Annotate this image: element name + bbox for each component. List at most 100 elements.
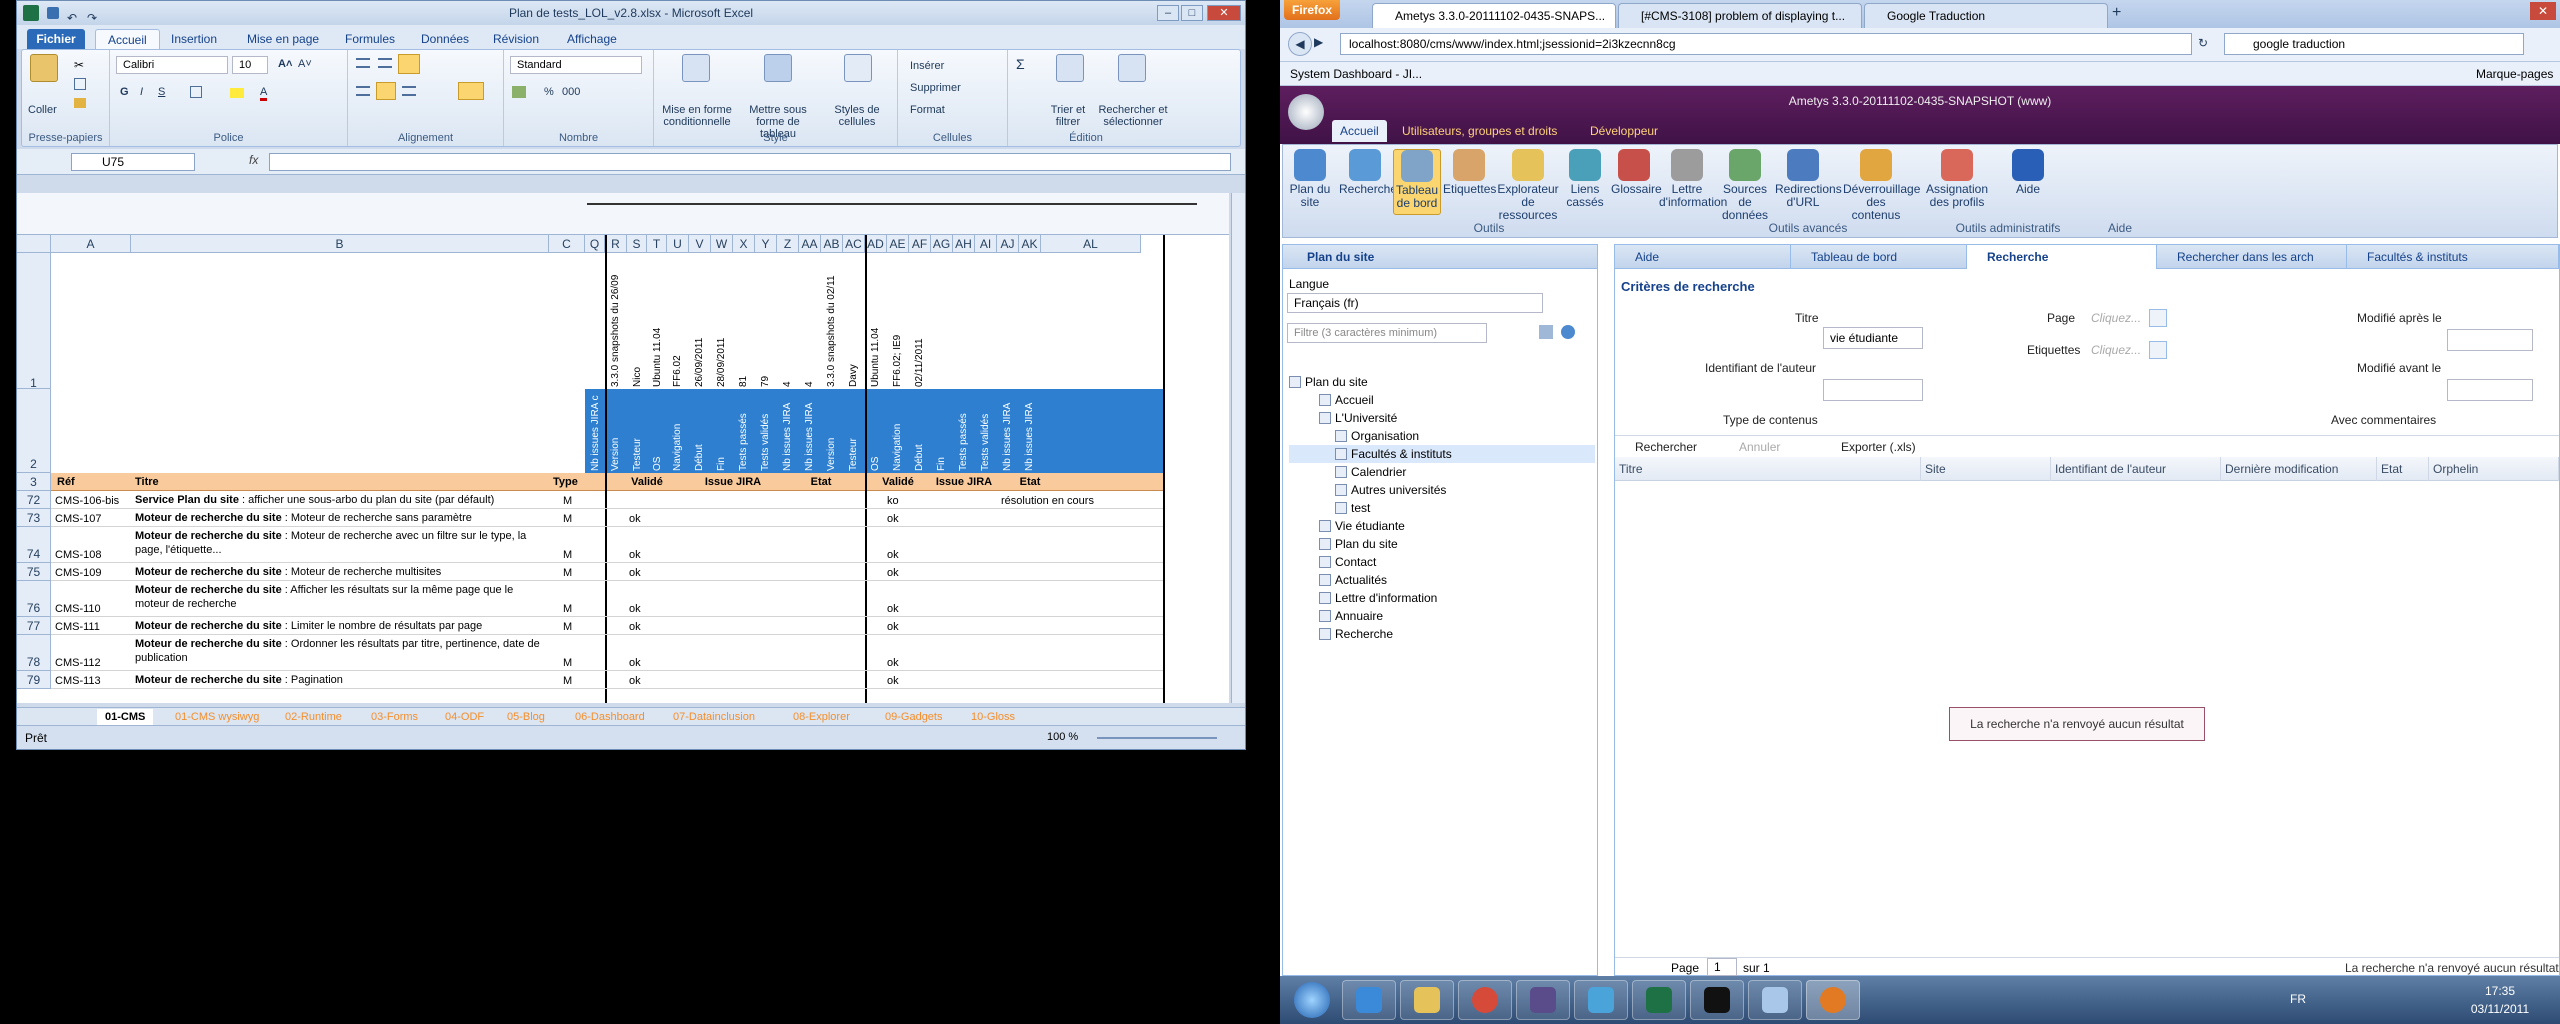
align-center-icon[interactable] [376,82,396,100]
align-right-icon[interactable] [402,86,416,96]
ribbon-button-folder[interactable]: Explorateur de ressources [1497,149,1559,222]
new-tab-button[interactable]: + [2112,4,2121,22]
sheet-tab[interactable]: 06-Dashboard [567,709,653,725]
sitemap-filter-input[interactable]: Filtre (3 caractères minimum) [1287,323,1487,343]
column-header-s[interactable]: S [627,235,647,253]
row-header[interactable]: 72 [17,491,51,509]
start-button[interactable] [1294,982,1330,1018]
column-header-aj[interactable]: AJ [997,235,1019,253]
shrink-font-icon[interactable]: A˅ [298,58,312,70]
currency-icon[interactable] [512,86,526,98]
bookmarks-menu[interactable]: Marque-pages [2476,62,2553,86]
taskbar-cmd[interactable] [1690,980,1744,1020]
sheet-tab[interactable]: 03-Forms [363,709,426,725]
save-icon[interactable] [47,7,59,19]
page-picker[interactable]: Cliquez... [2091,311,2141,325]
align-top-icon[interactable] [356,58,370,68]
column-header-ab[interactable]: AB [821,235,843,253]
reload-icon[interactable]: ↻ [2198,36,2208,50]
find-select-icon[interactable] [1118,54,1146,82]
grow-font-icon[interactable]: A˄ [278,58,292,70]
tab-developer[interactable]: Développeur [1582,120,1666,142]
column-header-v[interactable]: V [689,235,711,253]
browser-tab-ametys[interactable]: Ametys 3.3.0-20111102-0435-SNAPS... [1372,3,1616,28]
align-bottom-icon[interactable] [398,54,420,74]
tree-node[interactable]: Vie étudiante [1289,517,1595,535]
ribbon-button-unlock[interactable]: Déverrouillage des contenus [1843,149,1920,222]
column-header-ae[interactable]: AE [887,235,909,253]
vertical-scrollbar[interactable] [1231,193,1245,703]
row-header[interactable]: 75 [17,563,51,581]
zoom-slider[interactable] [1097,737,1217,739]
ribbon-button-broken-link[interactable]: Liens cassés [1561,149,1609,209]
taskbar-explorer[interactable] [1400,980,1454,1020]
row-header[interactable]: 77 [17,617,51,635]
ribbon-button-tags[interactable]: Etiquettes [1443,149,1496,196]
taskbar-notepad[interactable] [1748,980,1802,1020]
taskbar-ie[interactable] [1342,980,1396,1020]
tab-formules[interactable]: Formules [333,29,407,49]
fill-color-icon[interactable] [230,88,244,98]
taskbar-firefox[interactable] [1806,980,1860,1020]
taskbar-chrome[interactable] [1458,980,1512,1020]
titre-input[interactable]: vie étudiante [1823,327,1923,349]
col-etat[interactable]: Etat [2377,457,2429,481]
ribbon-button-redirect[interactable]: Redirections d'URL [1775,149,1842,209]
browser-tab-jira[interactable]: [#CMS-3108] problem of displaying t... [1618,3,1862,28]
ribbon-button-help[interactable]: Aide [1995,149,2061,196]
row-header[interactable]: 76 [17,581,51,617]
ribbon-button-newsletter[interactable]: Lettre d'information [1659,149,1727,209]
ribbon-button-datasource[interactable]: Sources de données [1717,149,1773,222]
ribbon-button-glossary[interactable]: Glossaire [1611,149,1662,196]
tree-node[interactable]: test [1289,499,1595,517]
clock-date[interactable]: 03/11/2011 [2460,1002,2540,1016]
url-bar[interactable]: localhost:8080/cms/www/index.html;jsessi… [1340,33,2192,55]
tree-node[interactable]: Actualités [1289,571,1595,589]
firefox-menu-button[interactable]: Firefox [1284,0,1340,20]
sort-filter-icon[interactable] [1056,54,1084,82]
etiquettes-picker-button[interactable] [2149,341,2167,359]
taskbar-eclipse[interactable] [1516,980,1570,1020]
name-box[interactable]: U75 [71,153,195,171]
sort-filter-button[interactable]: Trier et filtrer [1038,104,1098,128]
column-header-w[interactable]: W [711,235,733,253]
percent-button[interactable]: % [544,86,554,98]
tree-node[interactable]: Accueil [1289,391,1595,409]
search-bar[interactable]: google traduction [2224,33,2524,55]
row-header[interactable]: 79 [17,671,51,689]
tree-node[interactable]: Plan du site [1289,535,1595,553]
column-header-ak[interactable]: AK [1019,235,1041,253]
tool-tab-recherche[interactable]: Recherche [1967,245,2157,269]
browser-tab-google-translate[interactable]: Google Traduction [1864,3,2108,28]
tab-fichier[interactable]: Fichier [27,29,85,49]
refresh-icon[interactable] [1561,325,1575,339]
column-header-a[interactable]: A [51,235,131,253]
maximize-button[interactable]: □ [1181,5,1203,21]
sheet-tab[interactable]: 04-ODF [437,709,492,725]
copy-icon[interactable] [74,78,86,90]
column-header-c[interactable]: C [549,235,585,253]
sheet-tab[interactable]: 10-Gloss [963,709,1023,725]
etiquettes-picker[interactable]: Cliquez... [2091,343,2141,357]
sheet-tab[interactable]: 02-Runtime [277,709,350,725]
tool-tab-facultes[interactable]: Facultés & instituts [2347,245,2559,269]
column-header-r[interactable]: R [605,235,627,253]
column-header-x[interactable]: X [733,235,755,253]
row-header[interactable]: 2 [17,389,51,473]
language-select[interactable]: Français (fr) [1287,293,1543,313]
tool-tab-tableau-de-bord[interactable]: Tableau de bord [1791,245,1967,269]
tree-node[interactable]: Plan du site [1289,373,1595,391]
tab-revision[interactable]: Révision [481,29,551,49]
borders-icon[interactable] [190,86,202,98]
conditional-format-button[interactable]: Mise en forme conditionnelle [658,104,736,128]
col-titre[interactable]: Titre [1615,457,1921,481]
delete-button[interactable]: Supprimer [910,82,961,94]
sheet-tab[interactable]: 01-CMS [97,709,154,725]
column-header-u[interactable]: U [667,235,689,253]
rechercher-button[interactable]: Rechercher [1635,440,1697,454]
auteur-input[interactable] [1823,379,1923,401]
autosum-icon[interactable]: Σ [1016,56,1025,72]
font-name-select[interactable]: Calibri [116,56,228,74]
tree-node[interactable]: Lettre d'information [1289,589,1595,607]
conditional-format-icon[interactable] [682,54,710,82]
